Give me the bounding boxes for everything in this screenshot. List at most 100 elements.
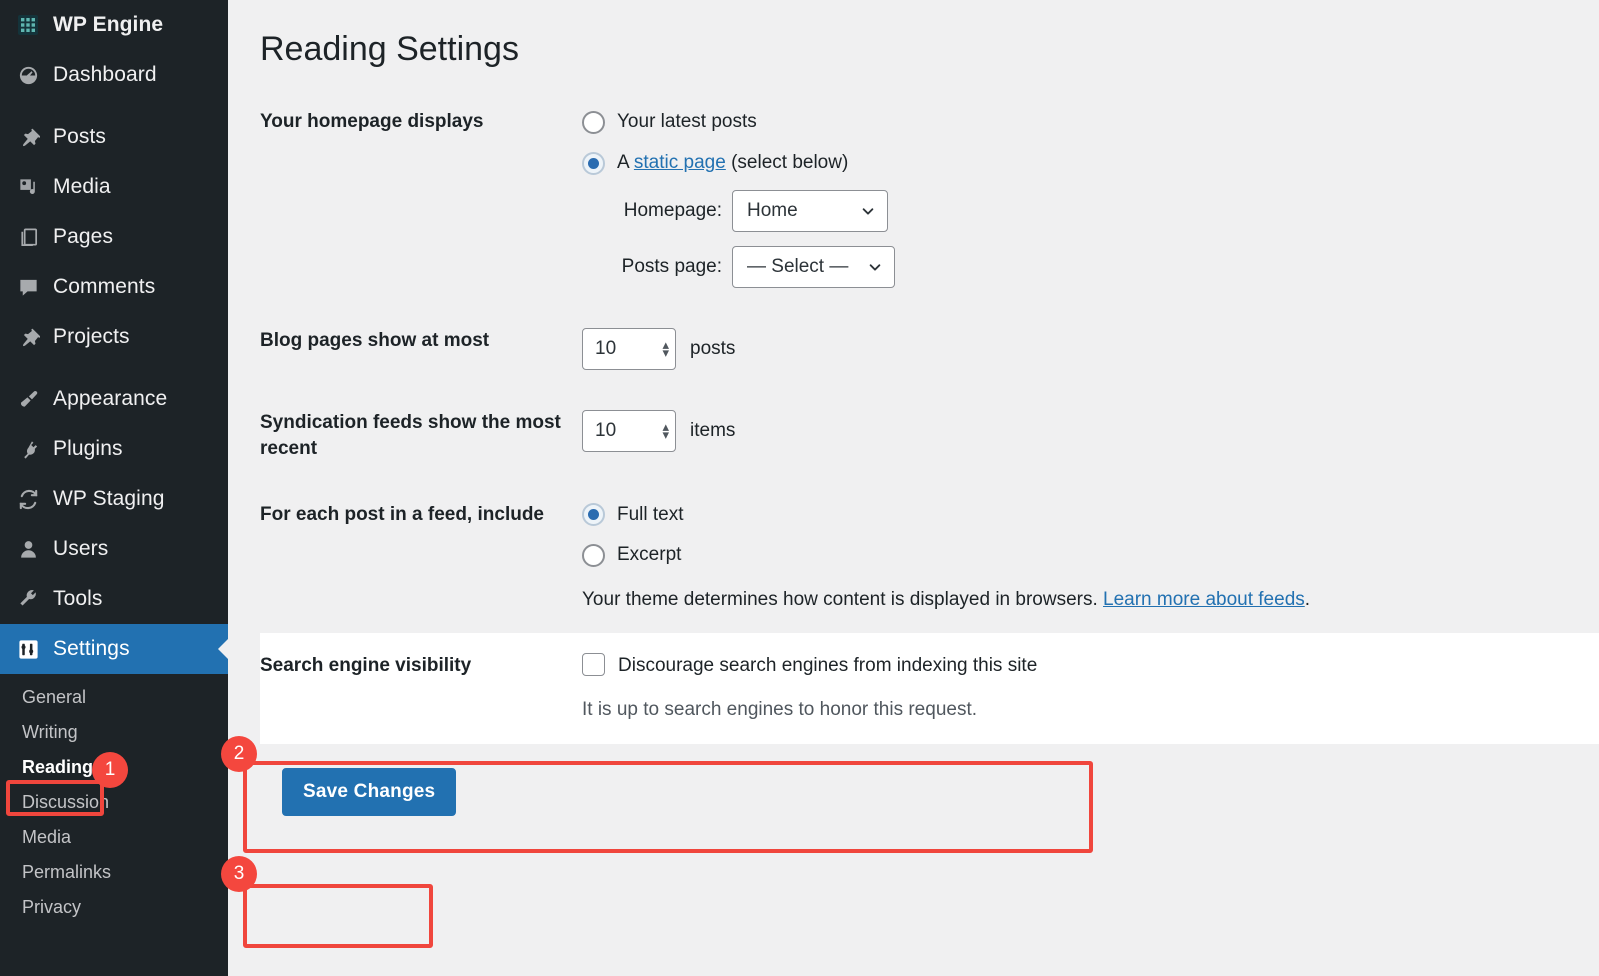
media-icon xyxy=(8,176,48,199)
sidebar-item-label: Projects xyxy=(53,325,130,348)
sidebar-item-plugins[interactable]: Plugins xyxy=(0,424,228,474)
static-suffix: (select below) xyxy=(725,151,849,173)
sidebar-item-appearance[interactable]: Appearance xyxy=(0,374,228,424)
sidebar-item-comments[interactable]: Comments xyxy=(0,262,228,312)
search-visibility-field: Discourage search engines from indexing … xyxy=(582,633,1599,744)
sidebar-item-settings[interactable]: Settings xyxy=(0,624,228,674)
radio-static-page[interactable]: A static page (select below) xyxy=(582,150,1589,177)
save-area: Save Changes xyxy=(260,744,1599,816)
wp-engine-grid-icon xyxy=(8,13,48,37)
syndication-feeds-value: 10 xyxy=(595,420,617,442)
sidebar-item-wp-staging[interactable]: WP Staging xyxy=(0,474,228,524)
settings-submenu: General Writing Reading Discussion Media… xyxy=(0,674,228,925)
search-visibility-row: Search engine visibility Discourage sear… xyxy=(260,633,1599,744)
homepage-select-row: Homepage: Home xyxy=(604,190,1589,233)
dashboard-icon xyxy=(8,64,48,87)
radio-latest-posts-control[interactable] xyxy=(582,110,605,134)
submenu-item-general[interactable]: General xyxy=(0,680,228,715)
blog-pages-unit: posts xyxy=(690,338,736,360)
feed-theme-note-suffix: . xyxy=(1304,588,1311,610)
user-icon xyxy=(8,538,48,561)
sidebar-item-label: WP Engine xyxy=(53,13,164,36)
homepage-select[interactable]: Home xyxy=(732,190,888,233)
sidebar-item-label: Tools xyxy=(53,587,103,610)
sidebar-item-label: Dashboard xyxy=(53,63,157,86)
syndication-feeds-input[interactable]: 10 ▴ ▾ xyxy=(582,410,676,453)
blog-pages-field: 10 ▴ ▾ posts xyxy=(582,308,1599,390)
learn-more-feeds-link[interactable]: Learn more about feeds xyxy=(1103,589,1305,610)
sidebar-item-media[interactable]: Media xyxy=(0,162,228,212)
sidebar-item-label: Plugins xyxy=(53,437,123,460)
sidebar-item-pages[interactable]: Pages xyxy=(0,212,228,262)
radio-full-text[interactable]: Full text xyxy=(582,502,1589,529)
radio-excerpt-control[interactable] xyxy=(582,544,605,568)
discourage-search-engines-label: Discourage search engines from indexing … xyxy=(618,655,1038,677)
number-spinner-icon[interactable]: ▴ ▾ xyxy=(662,338,669,360)
sidebar-item-label: WP Staging xyxy=(53,487,165,510)
sidebar-item-projects[interactable]: Projects xyxy=(0,312,228,362)
sidebar-divider xyxy=(0,362,228,374)
posts-page-select-label: Posts page: xyxy=(621,256,722,278)
reading-settings-form: Your homepage displays Your latest posts… xyxy=(260,89,1599,744)
sidebar-item-wp-engine[interactable]: WP Engine xyxy=(0,0,228,50)
submenu-item-privacy[interactable]: Privacy xyxy=(0,890,228,925)
number-spinner-icon[interactable]: ▴ ▾ xyxy=(662,420,669,442)
save-changes-button[interactable]: Save Changes xyxy=(282,767,457,816)
discourage-search-engines-row[interactable]: Discourage search engines from indexing … xyxy=(582,653,1589,680)
sidebar-item-label: Settings xyxy=(53,637,130,660)
radio-static-page-control[interactable] xyxy=(582,151,605,175)
feed-theme-note: Your theme determines how content is dis… xyxy=(582,587,1589,614)
submenu-item-permalinks[interactable]: Permalinks xyxy=(0,855,228,890)
wrench-icon xyxy=(8,588,48,611)
feed-include-options: Full text Excerpt Your theme determines … xyxy=(582,482,1599,634)
refresh-icon xyxy=(8,488,48,511)
blog-pages-label: Blog pages show at most xyxy=(260,330,490,352)
radio-excerpt-label: Excerpt xyxy=(617,544,682,566)
blog-pages-value: 10 xyxy=(595,338,617,360)
sidebar-item-label: Media xyxy=(53,175,111,198)
annotation-badge-3: 3 xyxy=(221,856,257,892)
search-visibility-description: It is up to search engines to honor this… xyxy=(582,699,978,721)
pin-icon xyxy=(8,126,48,149)
radio-latest-posts-label: Your latest posts xyxy=(617,111,757,133)
submenu-item-media[interactable]: Media xyxy=(0,820,228,855)
feed-include-row: For each post in a feed, include Full te… xyxy=(260,482,1599,634)
homepage-select-value: Home xyxy=(747,200,798,222)
posts-page-select[interactable]: — Select — xyxy=(732,246,896,289)
settings-icon xyxy=(8,638,48,661)
posts-page-select-row: Posts page: — Select — xyxy=(604,246,1589,289)
submenu-item-writing[interactable]: Writing xyxy=(0,715,228,750)
sidebar-item-posts[interactable]: Posts xyxy=(0,112,228,162)
homepage-display-label: Your homepage displays xyxy=(260,111,484,133)
blog-pages-input[interactable]: 10 ▴ ▾ xyxy=(582,328,676,371)
sidebar-divider xyxy=(0,100,228,112)
radio-latest-posts[interactable]: Your latest posts xyxy=(582,109,1589,136)
sidebar-item-dashboard[interactable]: Dashboard xyxy=(0,50,228,100)
radio-full-text-control[interactable] xyxy=(582,503,605,527)
pin-icon xyxy=(8,326,48,349)
sidebar-item-users[interactable]: Users xyxy=(0,524,228,574)
radio-static-page-label: A static page (select below) xyxy=(617,150,848,177)
submenu-item-discussion[interactable]: Discussion xyxy=(0,785,228,820)
chevron-down-icon xyxy=(862,208,874,215)
blog-pages-row: Blog pages show at most 10 ▴ ▾ posts xyxy=(260,308,1599,390)
sidebar-item-label: Appearance xyxy=(53,387,168,410)
plug-icon xyxy=(8,438,48,461)
radio-excerpt[interactable]: Excerpt xyxy=(582,542,1589,569)
paintbrush-icon xyxy=(8,388,48,411)
discourage-search-engines-checkbox[interactable] xyxy=(582,653,605,677)
annotation-badge-1: 1 xyxy=(92,752,128,788)
chevron-down-icon xyxy=(870,264,881,271)
feed-theme-note-text: Your theme determines how content is dis… xyxy=(582,588,1104,610)
sidebar-item-label: Posts xyxy=(53,125,107,148)
homepage-select-label: Homepage: xyxy=(623,200,722,222)
sidebar-item-tools[interactable]: Tools xyxy=(0,574,228,624)
page-title: Reading Settings xyxy=(260,30,519,68)
settings-main-content: Reading Settings Your homepage displays … xyxy=(228,0,1599,976)
homepage-display-row: Your homepage displays Your latest posts… xyxy=(260,89,1599,308)
posts-page-select-value: — Select — xyxy=(747,256,849,278)
sidebar-item-label: Users xyxy=(53,537,109,560)
homepage-display-options: Your latest posts A static page (select … xyxy=(582,89,1599,308)
feed-include-label: For each post in a feed, include xyxy=(260,503,544,525)
static-page-link[interactable]: static page xyxy=(634,152,726,173)
